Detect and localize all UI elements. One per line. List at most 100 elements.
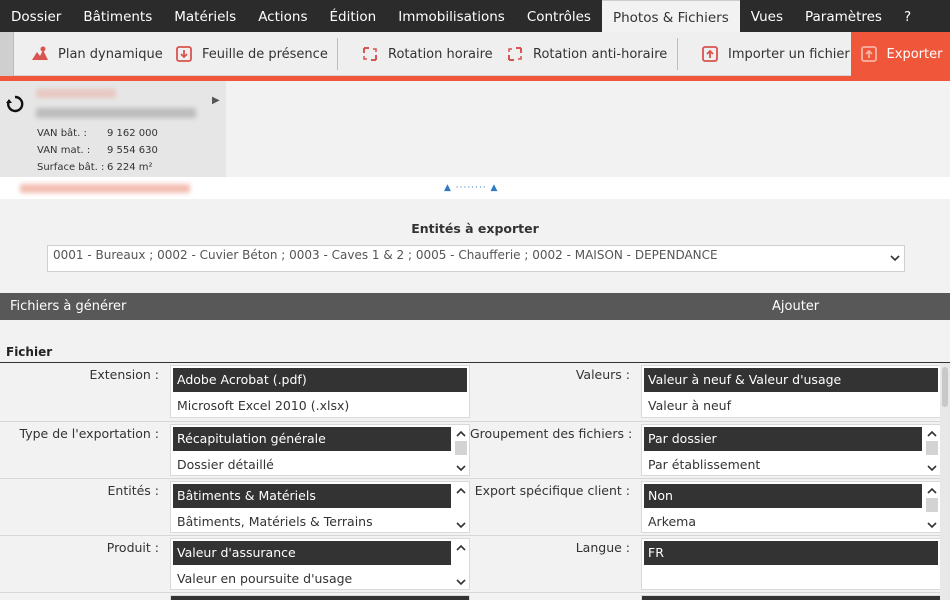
scroll-down-icon[interactable] xyxy=(456,577,466,587)
toolbar: Plan dynamique Feuille de présence Rotat… xyxy=(0,32,950,76)
extension-option[interactable]: Microsoft Excel 2010 (.xlsx) xyxy=(173,394,467,417)
menu-tab-help[interactable]: ? xyxy=(893,0,922,32)
menu-tab-parametres[interactable]: Paramètres xyxy=(794,0,893,32)
collapse-toggle-icon[interactable]: ▲ ········ ▲ xyxy=(444,183,498,193)
entities-title: Entités à exporter xyxy=(411,221,539,236)
type-export-option[interactable]: Dossier détaillé xyxy=(173,453,451,475)
langue-listbox[interactable]: FR xyxy=(641,538,941,590)
toolbar-divider xyxy=(677,38,678,70)
toolbar-divider xyxy=(337,38,338,70)
scroll-up-icon[interactable] xyxy=(456,543,466,553)
map-pin-icon xyxy=(30,44,50,64)
entites-option[interactable]: Bâtiments, Matériels & Terrains xyxy=(173,510,451,532)
export-specifique-scrollbar[interactable] xyxy=(924,482,940,532)
type-export-listbox[interactable]: Récapitulation générale Dossier détaillé xyxy=(170,424,470,476)
langue-option[interactable]: FR xyxy=(644,541,938,565)
scroll-down-icon[interactable] xyxy=(927,520,937,530)
groupement-listbox[interactable]: Par dossier Par établissement xyxy=(641,424,941,476)
page-scrollbar[interactable] xyxy=(940,363,950,600)
export-specifique-option[interactable]: Arkema xyxy=(644,510,922,532)
produit-scrollbar[interactable] xyxy=(453,539,469,589)
export-specifique-listbox[interactable]: Non Arkema xyxy=(641,481,941,533)
type-export-scrollbar[interactable] xyxy=(453,425,469,475)
produit-listbox[interactable]: Valeur d'assurance Valeur en poursuite d… xyxy=(170,538,470,590)
chevron-down-icon xyxy=(890,255,900,262)
extension-listbox[interactable]: Adobe Acrobat (.pdf) Microsoft Excel 201… xyxy=(170,365,470,418)
feuille-presence-label: Feuille de présence xyxy=(202,46,328,62)
entites-scrollbar[interactable] xyxy=(453,482,469,532)
fichier-section-title: Fichier xyxy=(6,345,53,359)
blurred-link xyxy=(20,184,190,193)
scroll-down-icon[interactable] xyxy=(456,463,466,473)
page-scroll-thumb[interactable] xyxy=(942,367,948,407)
scroll-down-icon[interactable] xyxy=(927,463,937,473)
next-row-listbox[interactable] xyxy=(641,595,941,600)
add-file-button[interactable]: Ajouter xyxy=(772,299,819,314)
type-export-label: Type de l'exportation : xyxy=(19,426,159,441)
row-divider xyxy=(0,535,950,536)
entites-option[interactable]: Bâtiments & Matériels xyxy=(173,484,451,508)
menu-tab-controles[interactable]: Contrôles xyxy=(516,0,602,32)
scroll-up-icon[interactable] xyxy=(456,429,466,439)
surface-label: Surface bât. : xyxy=(37,162,105,173)
menu-tab-dossier[interactable]: Dossier xyxy=(0,0,72,32)
scroll-up-icon[interactable] xyxy=(456,486,466,496)
produit-option[interactable]: Valeur d'assurance xyxy=(173,541,451,565)
groupement-option[interactable]: Par dossier xyxy=(644,427,922,451)
toolbar-scroll-left[interactable] xyxy=(0,32,14,76)
row-divider xyxy=(0,592,950,593)
files-to-generate-title: Fichiers à générer xyxy=(10,299,127,314)
surface-value: 6 224 m² xyxy=(107,162,153,173)
files-to-generate-bar: Fichiers à générer Ajouter xyxy=(0,293,950,320)
menu-tab-immobilisations[interactable]: Immobilisations xyxy=(387,0,516,32)
menu-tab-edition[interactable]: Édition xyxy=(319,0,388,32)
scroll-down-icon[interactable] xyxy=(456,520,466,530)
rotation-anti-horaire-label: Rotation anti-horaire xyxy=(533,46,668,62)
produit-option[interactable]: Valeur en poursuite d'usage xyxy=(173,567,451,589)
scroll-thumb[interactable] xyxy=(455,441,467,455)
refresh-icon[interactable] xyxy=(5,94,25,114)
main-menu: Dossier Bâtiments Matériels Actions Édit… xyxy=(0,0,950,32)
valeurs-listbox[interactable]: Valeur à neuf & Valeur d'usage Valeur à … xyxy=(641,365,941,418)
chevron-right-icon[interactable]: ▶ xyxy=(212,95,220,106)
rotate-counterclockwise-icon xyxy=(505,44,525,64)
menu-tab-photos-fichiers[interactable]: Photos & Fichiers xyxy=(601,0,740,32)
upload-file-icon xyxy=(700,44,720,64)
valeurs-option[interactable]: Valeur à neuf xyxy=(644,394,938,417)
exporter-button[interactable]: Exporter xyxy=(851,32,950,76)
importer-fichier-button[interactable]: Importer un fichier xyxy=(700,32,850,76)
rotation-horaire-button[interactable]: Rotation horaire xyxy=(360,32,493,76)
groupement-scrollbar[interactable] xyxy=(924,425,940,475)
scroll-up-icon[interactable] xyxy=(927,486,937,496)
entities-select[interactable]: 0001 - Bureaux ; 0002 - Cuvier Béton ; 0… xyxy=(47,245,905,272)
importer-fichier-label: Importer un fichier xyxy=(728,46,850,62)
menu-tab-batiments[interactable]: Bâtiments xyxy=(72,0,163,32)
export-specifique-option[interactable]: Non xyxy=(644,484,922,508)
extension-option[interactable]: Adobe Acrobat (.pdf) xyxy=(173,368,467,392)
scroll-thumb[interactable] xyxy=(926,498,938,512)
menu-tab-vues[interactable]: Vues xyxy=(740,0,794,32)
langue-label: Langue : xyxy=(575,540,630,555)
feuille-presence-button[interactable]: Feuille de présence xyxy=(174,32,328,76)
blurred-dossier-name xyxy=(36,108,196,118)
row-divider xyxy=(0,421,950,422)
rotation-anti-horaire-button[interactable]: Rotation anti-horaire xyxy=(505,32,667,76)
van-bat-label: VAN bât. : xyxy=(37,128,87,139)
export-icon xyxy=(859,44,879,64)
menu-tab-actions[interactable]: Actions xyxy=(247,0,318,32)
plan-dynamique-button[interactable]: Plan dynamique xyxy=(30,32,163,76)
valeurs-option[interactable]: Valeur à neuf & Valeur d'usage xyxy=(644,368,938,392)
menu-tab-materiels[interactable]: Matériels xyxy=(163,0,247,32)
download-document-icon xyxy=(174,44,194,64)
next-row-listbox[interactable] xyxy=(170,595,470,600)
produit-label: Produit : xyxy=(106,540,159,555)
blurred-dossier-code xyxy=(36,89,116,98)
scroll-up-icon[interactable] xyxy=(927,429,937,439)
export-specifique-label: Export spécifique client : xyxy=(474,483,630,498)
type-export-option[interactable]: Récapitulation générale xyxy=(173,427,451,451)
scroll-thumb[interactable] xyxy=(926,441,938,455)
row-divider xyxy=(0,478,950,479)
entites-listbox[interactable]: Bâtiments & Matériels Bâtiments, Matérie… xyxy=(170,481,470,533)
groupement-label: Groupement des fichiers : xyxy=(470,426,633,441)
groupement-option[interactable]: Par établissement xyxy=(644,453,922,475)
